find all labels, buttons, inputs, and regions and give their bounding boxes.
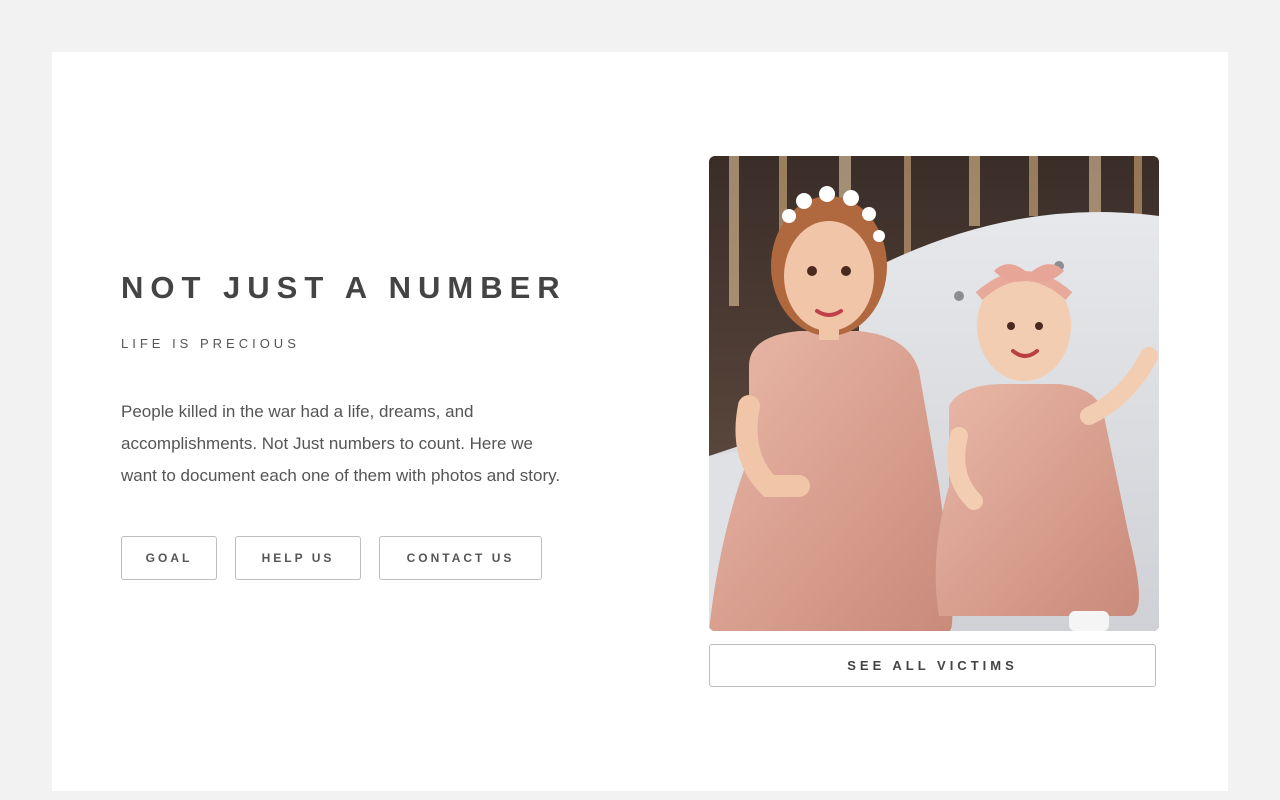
hero-description: People killed in the war had a life, dre… bbox=[121, 402, 561, 485]
hero-button-group: GOAL HELP US CONTACT US bbox=[121, 536, 581, 580]
contact-us-button[interactable]: CONTACT US bbox=[379, 536, 542, 580]
page-title: NOT JUST A NUMBER bbox=[121, 270, 567, 305]
hero-text-column: NOT JUST A NUMBER LIFE IS PRECIOUS Peopl… bbox=[121, 268, 581, 580]
hero-photo bbox=[709, 156, 1159, 631]
see-all-victims-button[interactable]: SEE ALL VICTIMS bbox=[709, 644, 1156, 687]
help-us-button[interactable]: HELP US bbox=[235, 536, 361, 580]
goal-button[interactable]: GOAL bbox=[121, 536, 217, 580]
hero-card: NOT JUST A NUMBER LIFE IS PRECIOUS Peopl… bbox=[52, 52, 1228, 791]
page-subtitle: LIFE IS PRECIOUS bbox=[121, 336, 300, 351]
photo-illustration bbox=[709, 156, 1159, 631]
